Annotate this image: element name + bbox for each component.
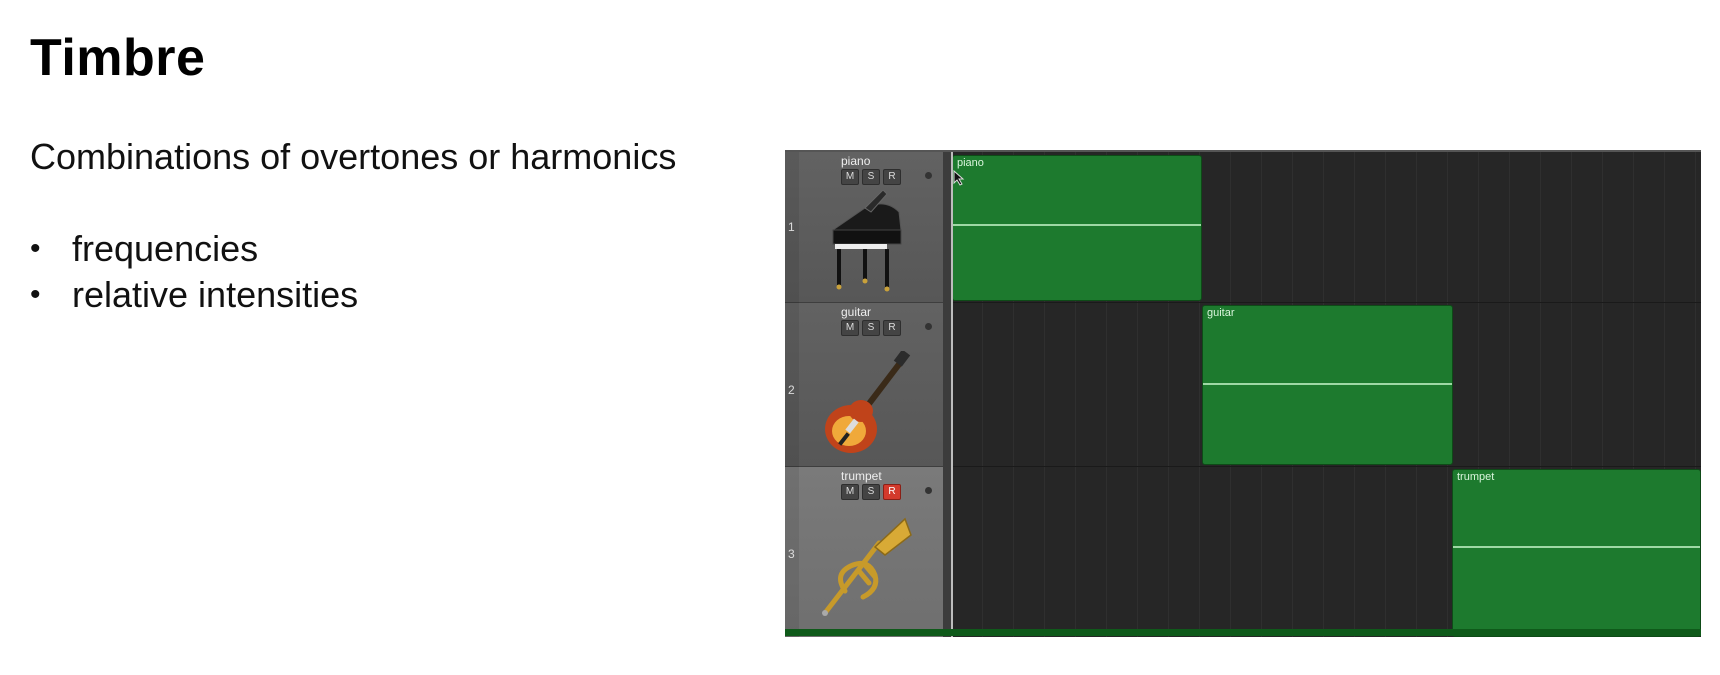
track-header-piano[interactable]: 1 piano M S R <box>785 152 943 303</box>
region-label: guitar <box>1207 307 1235 319</box>
mute-button[interactable]: M <box>841 169 859 185</box>
mute-button[interactable]: M <box>841 484 859 500</box>
slide-subtitle: Combinations of overtones or harmonics <box>30 136 677 177</box>
waveform-line <box>953 224 1201 226</box>
waveform-line <box>1203 383 1452 385</box>
bullet-dot-icon: • <box>30 232 41 265</box>
bullet-dot-icon: • <box>30 278 41 311</box>
record-button[interactable]: R <box>883 320 901 336</box>
mouse-cursor-icon <box>953 170 965 186</box>
bullet-item: • relative intensities <box>30 272 358 318</box>
region-guitar[interactable]: guitar <box>1202 305 1453 465</box>
region-label: trumpet <box>1457 471 1495 483</box>
waveform-line <box>1453 546 1700 548</box>
solo-button[interactable]: S <box>862 484 880 500</box>
region-trumpet[interactable]: trumpet <box>1452 469 1701 637</box>
bullet-list: • frequencies • relative intensities <box>30 226 358 318</box>
trumpet-icon <box>822 517 912 616</box>
record-button[interactable]: R <box>883 484 901 500</box>
slide-title: Timbre <box>30 29 206 87</box>
daw-bottom-bar <box>785 629 1701 636</box>
track-name: guitar <box>841 305 872 319</box>
playhead[interactable] <box>951 152 953 637</box>
track-name: piano <box>841 154 871 168</box>
piano-icon <box>831 190 902 292</box>
track-name: trumpet <box>841 469 882 483</box>
record-button[interactable]: R <box>883 169 901 185</box>
track-header-guitar[interactable]: 2 guitar M S R <box>785 303 943 467</box>
track-led-icon <box>925 487 932 494</box>
track-header-trumpet[interactable]: 3 trumpet M S R <box>785 467 943 637</box>
track-led-icon <box>925 172 932 179</box>
region-piano[interactable]: piano <box>952 155 1202 301</box>
solo-button[interactable]: S <box>862 320 880 336</box>
daw-tracks-view: 1 piano M S R 2 guitar M S R 3 trumpet M… <box>785 150 1701 637</box>
track-headers: 1 piano M S R 2 guitar M S R 3 trumpet M… <box>785 152 943 637</box>
track-led-icon <box>925 323 932 330</box>
guitar-icon <box>825 351 911 453</box>
mute-button[interactable]: M <box>841 320 859 336</box>
solo-button[interactable]: S <box>862 169 880 185</box>
bullet-item: • frequencies <box>30 226 358 272</box>
region-label: piano <box>957 157 984 169</box>
